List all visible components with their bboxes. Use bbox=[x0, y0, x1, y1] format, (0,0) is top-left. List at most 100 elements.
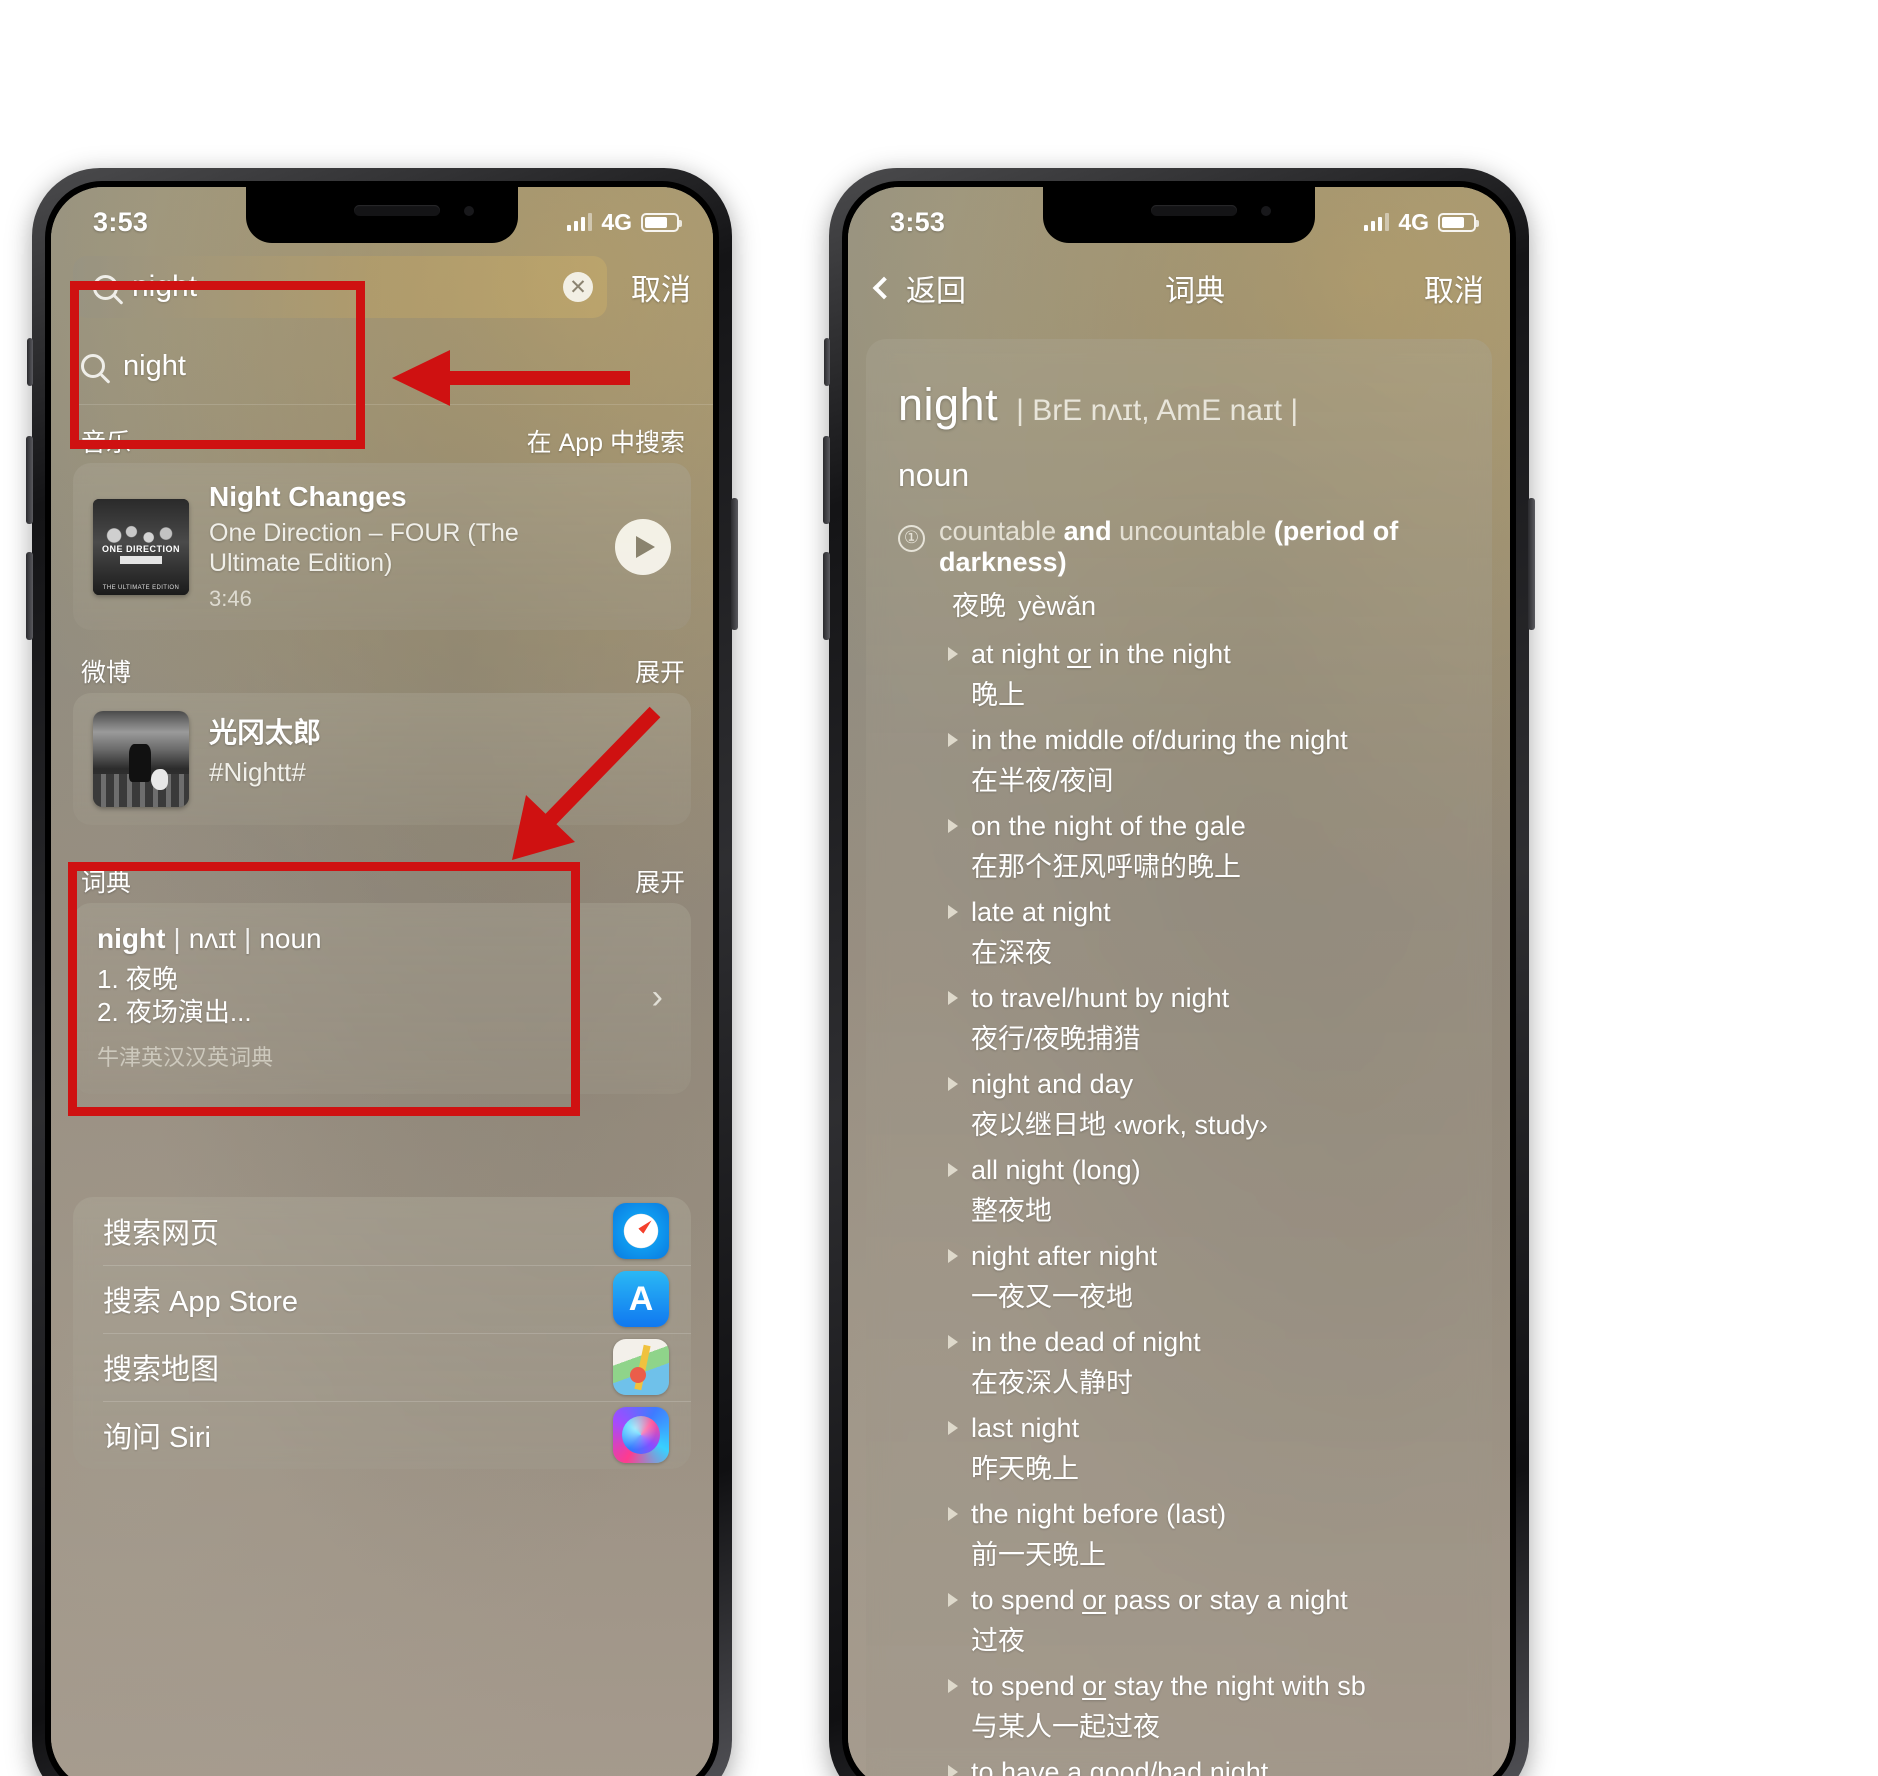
example-item: night after night 一夜又一夜地 bbox=[948, 1241, 1466, 1314]
play-triangle bbox=[636, 535, 655, 558]
example-chinese: 与某人一起过夜 bbox=[971, 1712, 1160, 1742]
example-item: the night before (last) 前一天晚上 bbox=[948, 1499, 1466, 1572]
action-row-search-web[interactable]: 搜索网页 bbox=[73, 1197, 691, 1265]
artwork-title-text: ONE DIRECTION bbox=[101, 543, 180, 554]
example-en-pre: late at night bbox=[971, 897, 1111, 927]
example-chinese: 夜以继日地 ‹work, study› bbox=[971, 1110, 1269, 1140]
example-item: in the dead of night 在夜深人静时 bbox=[948, 1327, 1466, 1400]
section-header-weibo: 微博 展开 bbox=[51, 653, 713, 689]
chevron-left-icon bbox=[872, 276, 896, 300]
status-indicators: 4G bbox=[566, 209, 682, 236]
example-en-or: or bbox=[1082, 1671, 1107, 1701]
example-english: the night before (last) bbox=[948, 1499, 1466, 1530]
example-english: on the night of the gale bbox=[948, 811, 1466, 842]
signal-bars-icon bbox=[566, 213, 593, 231]
left-phone-column: 3:53 4G night ✕ 取消 night 音乐 在 App 中搜索 ON… bbox=[0, 0, 939, 1776]
silent-switch[interactable] bbox=[824, 338, 830, 386]
example-item: late at night 在深夜 bbox=[948, 897, 1466, 970]
example-chinese: 昨天晚上 bbox=[971, 1454, 1079, 1484]
section-title-weibo: 微博 bbox=[81, 659, 132, 687]
clear-icon[interactable]: ✕ bbox=[563, 272, 593, 302]
example-item: in the middle of/during the night 在半夜/夜间 bbox=[948, 725, 1466, 798]
battery-icon bbox=[1438, 212, 1479, 232]
example-english: all night (long) bbox=[948, 1155, 1466, 1186]
bullet-triangle-icon bbox=[948, 1335, 958, 1349]
siri-icon bbox=[613, 1407, 669, 1463]
bullet-triangle-icon bbox=[948, 1163, 958, 1177]
separator-2: | bbox=[244, 923, 252, 954]
action-row-search-maps[interactable]: 搜索地图 bbox=[73, 1333, 691, 1401]
sense-pinyin: yèwǎn bbox=[1018, 591, 1097, 621]
action-label: 搜索 App Store bbox=[103, 1286, 299, 1318]
example-en-pre: in the middle of/during the night bbox=[971, 725, 1348, 755]
cancel-button[interactable]: 取消 bbox=[625, 265, 697, 309]
power-button[interactable] bbox=[1528, 498, 1535, 630]
thumbnail-figure bbox=[129, 743, 151, 783]
silent-switch[interactable] bbox=[27, 338, 33, 386]
dictionary-definition-1: 1. 夜晚 bbox=[97, 964, 178, 994]
cancel-button[interactable]: 取消 bbox=[1424, 266, 1484, 310]
sense-chinese: 夜晚 yèwǎn bbox=[940, 584, 1466, 623]
example-english: at night or in the night bbox=[948, 639, 1466, 670]
example-en-pre: to spend bbox=[971, 1585, 1083, 1615]
chevron-right-icon[interactable]: › bbox=[652, 978, 673, 1017]
example-english: night and day bbox=[948, 1069, 1466, 1100]
dictionary-word: night bbox=[97, 923, 166, 954]
action-label: 搜索网页 bbox=[103, 1218, 220, 1250]
dictionary-result-card[interactable]: night | nʌɪt | noun 1. 夜晚 2. 夜场演出... 牛津英汉汉英词… bbox=[73, 903, 691, 1094]
grammar-uncountable: uncountable bbox=[1119, 516, 1267, 546]
volume-up-button[interactable] bbox=[823, 436, 830, 524]
example-list: at night or in the night 晚上 in the middl… bbox=[898, 639, 1466, 1776]
dictionary-headline: night | nʌɪt | noun bbox=[97, 923, 652, 955]
front-camera bbox=[464, 206, 474, 216]
section-action-music[interactable]: 在 App 中搜索 bbox=[527, 423, 685, 459]
example-english: late at night bbox=[948, 897, 1466, 928]
artwork-band bbox=[119, 556, 163, 565]
status-time: 3:53 bbox=[890, 206, 946, 237]
action-row-ask-siri[interactable]: 询问 Siri bbox=[73, 1401, 691, 1469]
dictionary-source: 牛津英汉汉英词典 bbox=[97, 1044, 274, 1070]
example-english: to spend or stay the night with sb bbox=[948, 1671, 1466, 1702]
example-en-pre: to spend bbox=[971, 1671, 1083, 1701]
dictionary-sheet: night | BrE nʌɪt, AmE naɪt | noun ① coun… bbox=[866, 339, 1492, 1776]
weibo-thumbnail bbox=[93, 711, 189, 807]
sense-grammar: countable and uncountable (period of dar… bbox=[939, 516, 1466, 578]
search-icon bbox=[81, 354, 105, 378]
bullet-triangle-icon bbox=[948, 1421, 958, 1435]
notch bbox=[246, 187, 518, 243]
device-bezel-left: 3:53 4G night ✕ 取消 night 音乐 在 App 中搜索 ON… bbox=[45, 181, 719, 1776]
music-result-card[interactable]: ONE DIRECTION THE ULTIMATE EDITION Night… bbox=[73, 463, 691, 630]
artwork-edition-text: THE ULTIMATE EDITION bbox=[102, 584, 180, 591]
section-action-weibo[interactable]: 展开 bbox=[635, 653, 685, 689]
search-input[interactable]: night ✕ bbox=[73, 256, 607, 318]
section-title-dictionary: 词典 bbox=[81, 869, 132, 897]
device-bezel-right: 3:53 4G 返回 词典 取消 night | BrE nʌɪt, AmE n… bbox=[842, 181, 1516, 1776]
example-en-post: stay the night with sb bbox=[1106, 1671, 1366, 1701]
dictionary-definition-2: 2. 夜场演出... bbox=[97, 997, 252, 1028]
bullet-triangle-icon bbox=[948, 1249, 958, 1263]
action-label: 搜索地图 bbox=[103, 1354, 220, 1386]
page-title: 词典 bbox=[1165, 275, 1225, 308]
bullet-triangle-icon bbox=[948, 1765, 958, 1776]
example-chinese: 一夜又一夜地 bbox=[971, 1282, 1133, 1312]
volume-down-button[interactable] bbox=[823, 552, 830, 640]
example-chinese: 整夜地 bbox=[971, 1196, 1052, 1226]
earpiece-speaker bbox=[1151, 205, 1237, 216]
arrow-pointing-to-dictionary bbox=[512, 706, 661, 860]
power-button[interactable] bbox=[731, 498, 738, 630]
dictionary-pos: noun bbox=[259, 923, 322, 954]
volume-down-button[interactable] bbox=[26, 552, 33, 640]
song-title: Night Changes bbox=[209, 481, 407, 512]
example-item: on the night of the gale 在那个狂风呼啸的晚上 bbox=[948, 811, 1466, 884]
play-icon[interactable] bbox=[615, 518, 671, 575]
example-item: all night (long) 整夜地 bbox=[948, 1155, 1466, 1228]
example-english: in the middle of/during the night bbox=[948, 725, 1466, 756]
music-result-row[interactable]: ONE DIRECTION THE ULTIMATE EDITION Night… bbox=[73, 463, 691, 630]
navigation-bar: 返回 词典 取消 bbox=[848, 251, 1510, 325]
example-chinese: 在夜深人静时 bbox=[971, 1368, 1133, 1398]
back-button[interactable]: 返回 bbox=[872, 266, 966, 310]
volume-up-button[interactable] bbox=[26, 436, 33, 524]
action-row-search-appstore[interactable]: 搜索 App Store bbox=[73, 1265, 691, 1333]
example-en-pre: in the dead of night bbox=[971, 1327, 1201, 1357]
dictionary-result-row[interactable]: night | nʌɪt | noun 1. 夜晚 2. 夜场演出... 牛津英汉汉英词… bbox=[73, 903, 691, 1094]
